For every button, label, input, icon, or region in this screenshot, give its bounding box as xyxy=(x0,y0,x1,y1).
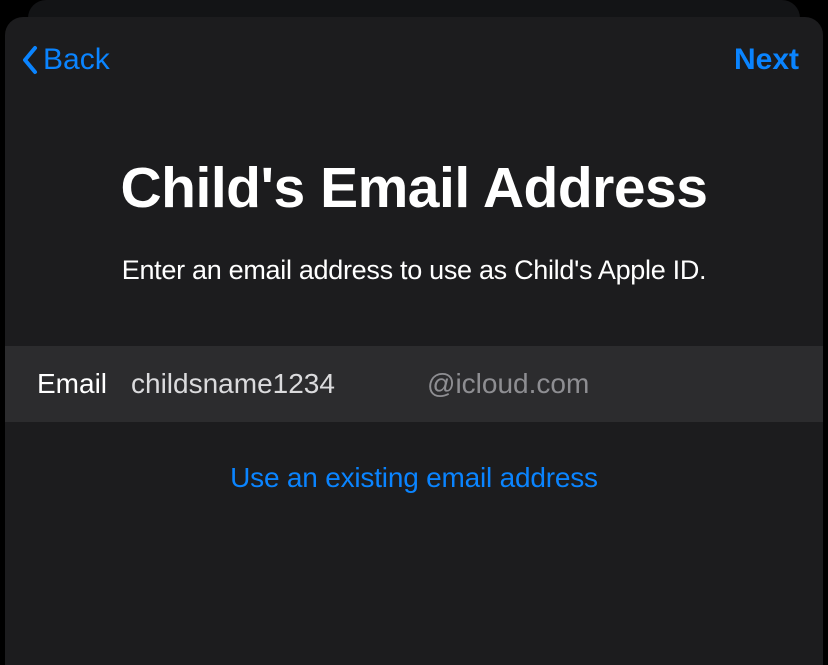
navigation-bar: Back Next xyxy=(5,17,823,87)
email-row: Email @icloud.com xyxy=(5,346,823,422)
email-domain-suffix: @icloud.com xyxy=(427,368,589,400)
back-button-label: Back xyxy=(43,43,110,77)
use-existing-email-link[interactable]: Use an existing email address xyxy=(230,462,598,493)
email-label: Email xyxy=(37,368,107,400)
next-button-label: Next xyxy=(734,43,799,76)
link-row: Use an existing email address xyxy=(5,462,823,494)
next-button[interactable]: Next xyxy=(734,43,799,77)
page-title: Child's Email Address xyxy=(5,155,823,221)
email-field-wrap[interactable]: @icloud.com xyxy=(131,368,791,400)
chevron-left-icon xyxy=(19,43,41,77)
email-input[interactable] xyxy=(131,368,427,400)
page-subtitle: Enter an email address to use as Child's… xyxy=(5,255,823,286)
content-area: Child's Email Address Enter an email add… xyxy=(5,87,823,494)
modal-sheet: Back Next Child's Email Address Enter an… xyxy=(5,17,823,665)
back-button[interactable]: Back xyxy=(19,43,110,77)
